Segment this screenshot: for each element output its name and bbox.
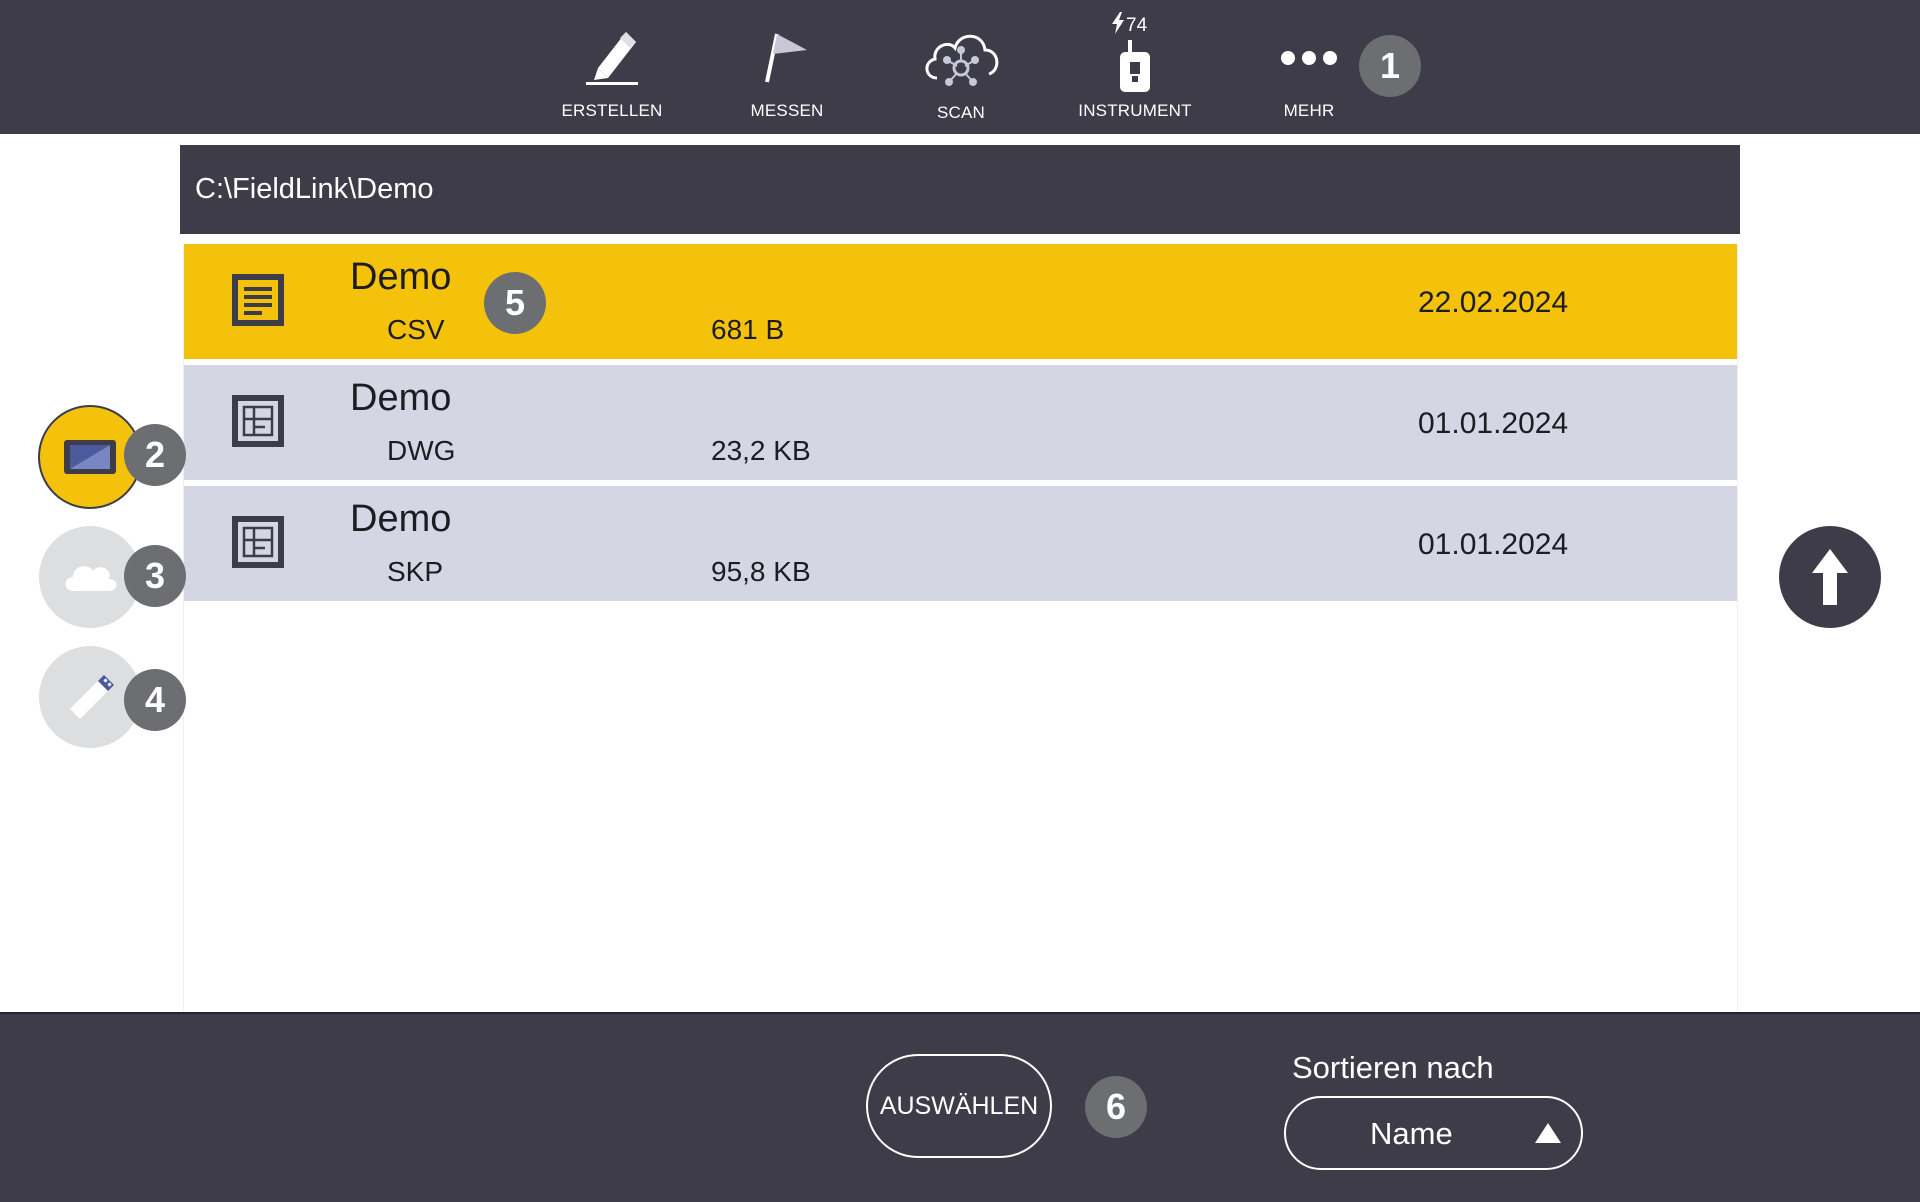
- toolbar-scan-button[interactable]: SCAN: [881, 0, 1041, 134]
- file-type: DWG: [387, 435, 456, 466]
- file-size: 681 B: [711, 314, 785, 345]
- folder-up-button[interactable]: [1779, 526, 1881, 628]
- file-type: CSV: [387, 314, 445, 345]
- path-header: C:\FieldLink\Demo: [180, 145, 1740, 234]
- toolbar-scan-label: SCAN: [936, 103, 986, 122]
- file-row[interactable]: Demo DWG 23,2 KB 01.01.2024: [184, 365, 1737, 480]
- file-row[interactable]: Demo SKP 95,8 KB 01.01.2024: [184, 486, 1737, 601]
- file-row[interactable]: Demo CSV 681 B 22.02.2024: [184, 244, 1737, 359]
- drawing-file-icon: [232, 516, 284, 568]
- select-button[interactable]: AUSWÄHLEN: [866, 1054, 1052, 1158]
- callout-badge: 1: [1359, 35, 1421, 97]
- current-path: C:\FieldLink\Demo: [195, 173, 434, 205]
- file-size: 23,2 KB: [711, 435, 811, 466]
- tablet-icon: [64, 440, 116, 474]
- sort-dropdown[interactable]: Name: [1284, 1096, 1583, 1170]
- file-size: 95,8 KB: [711, 556, 811, 587]
- callout-badge: 6: [1085, 1076, 1147, 1138]
- usb-drive-icon: [70, 675, 114, 719]
- file-name: Demo: [350, 498, 452, 540]
- sort-label: Sortieren nach: [1292, 1050, 1494, 1085]
- toolbar-instrument-button[interactable]: INSTRUMENT: [1055, 0, 1215, 134]
- sort-ascending-icon: [1534, 1122, 1562, 1149]
- toolbar-measure-label: MESSEN: [750, 101, 824, 120]
- arrow-up-icon: [1812, 549, 1848, 605]
- callout-badge: 2: [124, 424, 186, 486]
- callout-badge: 5: [484, 272, 546, 334]
- instrument-icon: [1118, 40, 1152, 99]
- callout-badge: 4: [124, 669, 186, 731]
- file-type: SKP: [387, 556, 444, 587]
- cloud-icon: [65, 566, 117, 591]
- file-date: 22.02.2024: [1418, 286, 1569, 319]
- toolbar-instrument-label: INSTRUMENT: [1078, 101, 1192, 120]
- sort-value: Name: [1370, 1116, 1453, 1151]
- toolbar-create-label: ERSTELLEN: [561, 101, 663, 120]
- callout-badge: 3: [124, 545, 186, 607]
- toolbar-more-label: MEHR: [1283, 101, 1335, 120]
- file-list: Demo CSV 681 B 22.02.2024 Demo DWG 23,2 …: [183, 244, 1738, 1012]
- top-toolbar: ERSTELLEN MESSEN SCAN 74 INSTRUMENT MEHR…: [0, 0, 1920, 134]
- drawing-file-icon: [232, 395, 284, 447]
- file-date: 01.01.2024: [1418, 407, 1569, 440]
- more-dots-icon: [1280, 50, 1338, 71]
- toolbar-measure-button[interactable]: MESSEN: [707, 0, 867, 134]
- pencil-icon: [584, 24, 640, 91]
- file-name: Demo: [350, 256, 452, 298]
- cloud-scan-icon: [921, 24, 1001, 95]
- toolbar-create-button[interactable]: ERSTELLEN: [532, 0, 692, 134]
- text-file-icon: [232, 274, 284, 326]
- file-name: Demo: [350, 377, 452, 419]
- file-date: 01.01.2024: [1418, 528, 1569, 561]
- flag-icon: [759, 24, 815, 91]
